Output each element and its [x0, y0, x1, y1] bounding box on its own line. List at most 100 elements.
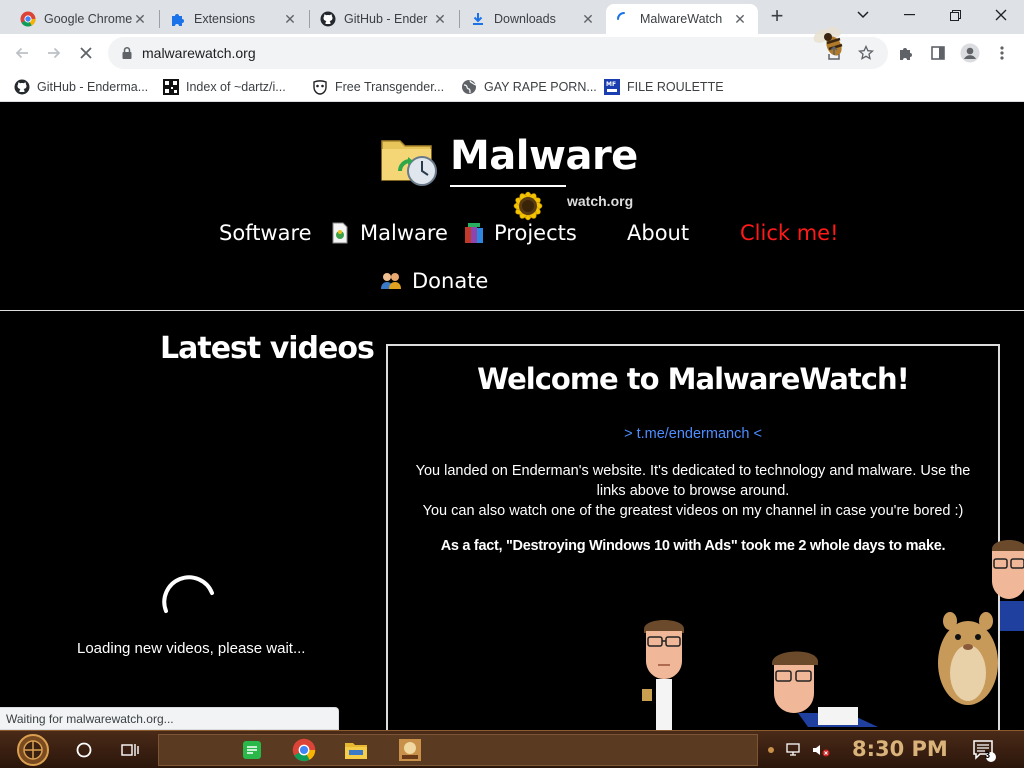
bookmark-label: Index of ~dartz/i...: [186, 80, 286, 94]
url-text: malwarewatch.org: [142, 45, 256, 61]
extensions-button[interactable]: [892, 39, 920, 67]
nav-label: Software: [219, 221, 312, 245]
tab-downloads[interactable]: Downloads ✕: [460, 4, 606, 34]
tab-github[interactable]: GitHub - Ender ✕: [310, 4, 458, 34]
side-panel-button[interactable]: [924, 39, 952, 67]
forward-button[interactable]: [40, 39, 68, 67]
web-page: Malware watch.org Software Malware Proje…: [0, 103, 1024, 730]
telegram-link[interactable]: > t.me/endermanch <: [388, 426, 998, 442]
tab-title: GitHub - Ender: [344, 12, 428, 26]
notification-center-button[interactable]: 3: [968, 735, 1000, 765]
volume-muted-icon: [813, 745, 830, 757]
kebab-menu-icon: [1000, 46, 1004, 60]
lock-icon: [122, 46, 132, 59]
bookmark-label: Free Transgender...: [335, 80, 445, 94]
close-icon[interactable]: ✕: [580, 11, 596, 27]
address-bar[interactable]: malwarewatch.org: [108, 37, 888, 69]
bookmark-globe-site[interactable]: GAY RAPE PORN...: [461, 77, 597, 97]
start-button[interactable]: [10, 732, 56, 768]
welcome-title: Welcome to MalwareWatch!: [477, 362, 910, 396]
mask-icon: [312, 79, 328, 95]
folder-icon: [345, 743, 367, 759]
taskbar-app-explorer[interactable]: [340, 735, 372, 765]
chrome-icon: [20, 11, 36, 27]
nav-label: Malware: [360, 221, 448, 245]
loading-spinner-icon: [162, 575, 214, 613]
star-icon: [858, 45, 874, 60]
close-window-button[interactable]: [978, 0, 1024, 30]
taskbar-app-chrome[interactable]: [288, 735, 320, 765]
document-bug-icon: [332, 222, 348, 244]
task-view-button[interactable]: [114, 735, 146, 765]
welcome-line: You landed on Enderman's website. It's d…: [415, 463, 971, 479]
network-button[interactable]: [782, 735, 808, 765]
github-icon: [320, 11, 336, 27]
welcome-line: links above to browse around.: [596, 483, 790, 499]
chevron-down-icon: [857, 11, 869, 19]
circle-icon: [76, 742, 92, 758]
tab-strip: Google Chrome ✕ Extensions ✕ GitHub - En…: [0, 0, 1024, 34]
loading-spinner-icon: [616, 11, 632, 27]
close-icon[interactable]: ✕: [282, 11, 298, 27]
cortana-button[interactable]: [68, 735, 100, 765]
latest-videos-title: Latest videos: [160, 331, 375, 366]
bookmark-label: GAY RAPE PORN...: [484, 80, 597, 94]
taskbar-app-game[interactable]: [394, 735, 426, 765]
new-tab-button[interactable]: +: [766, 5, 788, 28]
restore-button[interactable]: [932, 0, 978, 30]
chrome-icon: [292, 738, 316, 762]
bookmark-index-dartz[interactable]: Index of ~dartz/i...: [163, 77, 286, 97]
menu-button[interactable]: [988, 39, 1016, 67]
tab-google-chrome[interactable]: Google Chrome ✕: [10, 4, 158, 34]
bookmark-github[interactable]: GitHub - Enderma...: [14, 77, 148, 97]
status-bar: Waiting for malwarewatch.org...: [0, 707, 339, 730]
minimize-icon: [903, 14, 915, 16]
minimize-button[interactable]: [886, 0, 932, 30]
notification-count: 3: [985, 750, 991, 760]
nav-label: Click me!: [740, 221, 839, 245]
welcome-line: You can also watch one of the greatest v…: [422, 503, 964, 519]
profile-button[interactable]: [956, 39, 984, 67]
nav-donate[interactable]: Donate: [380, 269, 488, 293]
puzzle-icon: [900, 48, 912, 60]
bookmark-free-transgender[interactable]: Free Transgender...: [312, 77, 444, 97]
game-icon: [399, 739, 421, 761]
close-icon[interactable]: ✕: [732, 11, 748, 27]
share-button[interactable]: [820, 39, 848, 67]
welcome-text: You landed on Enderman's website. It's d…: [388, 461, 998, 521]
qr-icon: [163, 79, 179, 95]
bookmark-file-roulette[interactable]: MF FILE ROULETTE: [604, 77, 724, 97]
nav-projects[interactable]: Projects: [464, 221, 577, 245]
bookmark-star-button[interactable]: [852, 39, 880, 67]
puzzle-icon: [170, 11, 186, 27]
nav-about[interactable]: About: [627, 221, 689, 245]
restore-icon: [949, 9, 961, 21]
tab-extensions[interactable]: Extensions ✕: [160, 4, 308, 34]
arrow-left-icon: [15, 47, 28, 59]
close-icon: [995, 9, 1007, 21]
nav-label: Projects: [494, 221, 577, 245]
close-icon[interactable]: ✕: [132, 11, 148, 27]
taskbar-clock[interactable]: 8:30 PM: [852, 737, 948, 761]
bookmark-label: FILE ROULETTE: [627, 80, 724, 94]
taskbar-app-notes[interactable]: [236, 735, 268, 765]
notes-icon: [243, 741, 261, 759]
nav-software[interactable]: Software: [219, 221, 312, 245]
site-logo[interactable]: Malware watch.org: [380, 131, 650, 221]
nav-malware[interactable]: Malware: [330, 221, 448, 245]
share-icon: [828, 45, 840, 60]
taskbar: 8:30 PM 3: [0, 730, 1024, 768]
nav-click-me[interactable]: Click me!: [740, 221, 839, 245]
tab-title: Downloads: [494, 12, 556, 26]
hank-hill-sprite: [642, 620, 684, 730]
chevron-up-icon[interactable]: [766, 745, 776, 755]
welcome-fact: As a fact, "Destroying Windows 10 with A…: [440, 538, 946, 554]
back-button[interactable]: [8, 39, 36, 67]
welcome-panel: Welcome to MalwareWatch! > t.me/enderman…: [386, 344, 1000, 730]
tab-malwarewatch[interactable]: MalwareWatch ✕: [606, 4, 758, 34]
volume-button[interactable]: [808, 735, 834, 765]
site-header: Malware watch.org Software Malware Proje…: [0, 103, 1024, 311]
close-icon[interactable]: ✕: [432, 11, 448, 27]
bookmark-label: GitHub - Enderma...: [37, 80, 149, 94]
stop-button[interactable]: [72, 39, 100, 67]
